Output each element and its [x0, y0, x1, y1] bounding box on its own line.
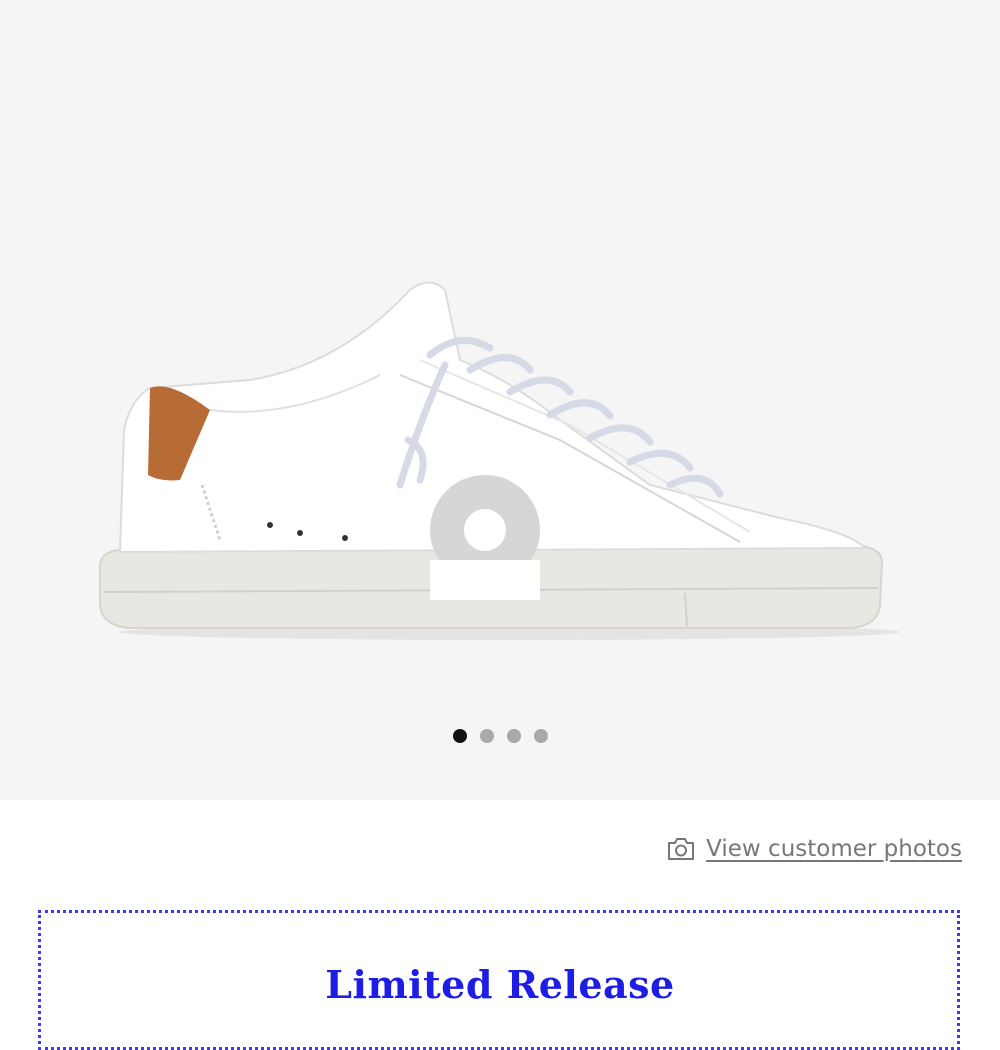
- product-image-gallery[interactable]: [0, 0, 1000, 800]
- carousel-dot-4[interactable]: [533, 729, 548, 743]
- carousel-dot-3[interactable]: [506, 729, 521, 743]
- view-customer-photos-label: View customer photos: [706, 836, 962, 862]
- product-image: [98, 281, 900, 640]
- camera-icon: [666, 836, 696, 862]
- view-customer-photos-link[interactable]: View customer photos: [666, 836, 962, 862]
- carousel-dot-2[interactable]: [479, 729, 494, 743]
- limited-release-title: Limited Release: [325, 962, 675, 1007]
- carousel-dot-1[interactable]: [452, 729, 467, 743]
- carousel-indicators[interactable]: [0, 729, 1000, 745]
